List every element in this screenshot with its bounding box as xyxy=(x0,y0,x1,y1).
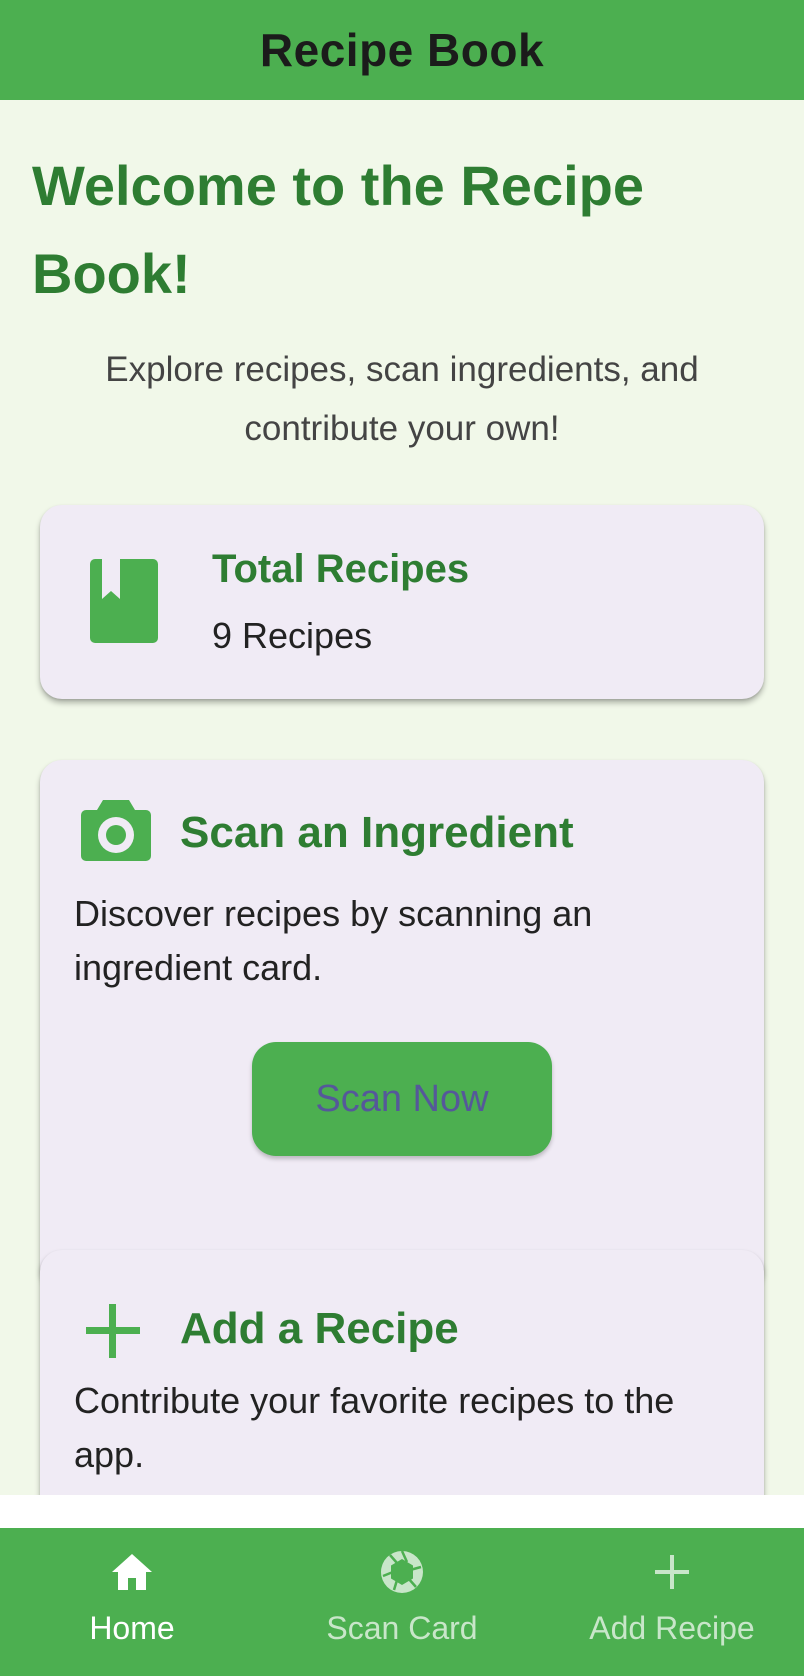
scan-ingredient-card: Scan an Ingredient Discover recipes by s… xyxy=(40,760,764,1288)
nav-item-home[interactable]: Home xyxy=(45,1528,219,1676)
total-recipes-title: Total Recipes xyxy=(212,547,470,591)
plus-icon xyxy=(648,1548,696,1596)
nav-item-scan-card[interactable]: Scan Card xyxy=(300,1528,504,1676)
add-recipe-card: Add a Recipe Contribute your favorite re… xyxy=(40,1250,764,1495)
nav-label-add-recipe: Add Recipe xyxy=(589,1610,755,1646)
app-bar: Recipe Book xyxy=(0,0,804,100)
scan-ingredient-description: Discover recipes by scanning an ingredie… xyxy=(74,893,593,988)
camera-icon xyxy=(80,798,152,867)
scan-now-button[interactable]: Scan Now xyxy=(252,1042,552,1156)
nav-item-add-recipe[interactable]: Add Recipe xyxy=(572,1528,772,1676)
add-recipe-title: Add a Recipe xyxy=(180,1304,459,1353)
camera-shutter-icon xyxy=(378,1548,426,1596)
home-icon xyxy=(108,1548,156,1596)
total-recipes-count: 9 Recipes xyxy=(212,615,373,656)
total-recipes-card: Total Recipes 9 Recipes xyxy=(40,505,764,699)
welcome-subtitle: Explore recipes, scan ingredients, and c… xyxy=(105,350,699,448)
nav-label-scan-card: Scan Card xyxy=(326,1610,478,1646)
welcome-title: Welcome to the Recipe Book! xyxy=(32,154,645,305)
book-icon xyxy=(90,559,158,648)
nav-label-home: Home xyxy=(89,1610,175,1646)
bottom-navigation: Home Scan Card Add Recipe xyxy=(0,1528,804,1676)
plus-icon xyxy=(86,1304,140,1363)
add-recipe-description: Contribute your favorite recipes to the … xyxy=(74,1380,675,1475)
scan-ingredient-title: Scan an Ingredient xyxy=(180,808,574,857)
app-title: Recipe Book xyxy=(259,24,545,76)
home-content[interactable]: Welcome to the Recipe Book! Explore reci… xyxy=(0,100,804,1495)
